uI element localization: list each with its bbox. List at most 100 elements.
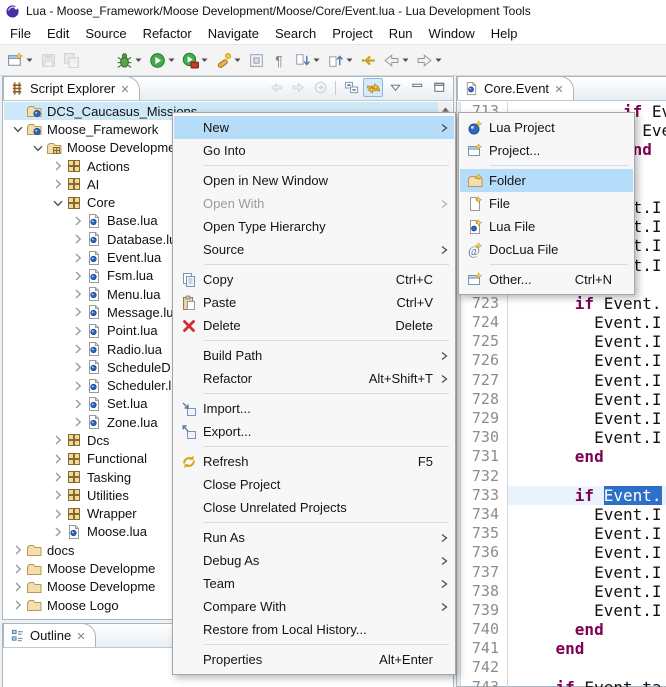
- close-icon[interactable]: [120, 84, 130, 94]
- torch-button[interactable]: [213, 48, 244, 72]
- menu-item-go-into[interactable]: Go Into: [174, 139, 454, 162]
- last-edit-button[interactable]: [358, 48, 379, 72]
- chevron-right-icon[interactable]: [70, 396, 86, 412]
- next-ann-button[interactable]: [292, 48, 323, 72]
- ext-tools-button[interactable]: [180, 48, 211, 72]
- link-editor-button[interactable]: [363, 78, 383, 97]
- save-all-button[interactable]: [61, 48, 82, 72]
- chevron-right-icon[interactable]: [70, 323, 86, 339]
- chevron-right-icon[interactable]: [50, 451, 66, 467]
- menu-item-team[interactable]: Team: [174, 572, 454, 595]
- chevron-right-icon[interactable]: [50, 469, 66, 485]
- menubar-source[interactable]: Source: [77, 24, 134, 43]
- code-line-742[interactable]: 742: [457, 658, 666, 677]
- submenu-item-doc-lua-file[interactable]: @DocLua File: [460, 238, 633, 261]
- close-icon[interactable]: [554, 84, 564, 94]
- code-line-737[interactable]: 737 Event.I: [457, 563, 666, 582]
- code-line-726[interactable]: 726 Event.I: [457, 351, 666, 370]
- menu-item-import[interactable]: Import...: [174, 397, 454, 420]
- menu-item-open-in-new-window[interactable]: Open in New Window: [174, 169, 454, 192]
- mark-occ-button[interactable]: [246, 48, 267, 72]
- chevron-down-icon[interactable]: [30, 140, 46, 156]
- menubar-refactor[interactable]: Refactor: [135, 24, 200, 43]
- menu-item-refresh[interactable]: RefreshF5: [174, 450, 454, 473]
- save-button[interactable]: [38, 48, 59, 72]
- chevron-right-icon[interactable]: [70, 341, 86, 357]
- code-line-734[interactable]: 734 Event.I: [457, 505, 666, 524]
- maximize-button[interactable]: [429, 78, 449, 97]
- chevron-right-icon[interactable]: [70, 250, 86, 266]
- chevron-right-icon[interactable]: [50, 158, 66, 174]
- menu-item-debug-as[interactable]: Debug As: [174, 549, 454, 572]
- view-menu-button[interactable]: [385, 78, 405, 97]
- code-line-730[interactable]: 730 Event.I: [457, 428, 666, 447]
- chevron-right-icon[interactable]: [70, 286, 86, 302]
- close-icon[interactable]: [76, 631, 86, 641]
- submenu-item-folder[interactable]: Folder: [460, 169, 633, 192]
- menu-item-properties[interactable]: PropertiesAlt+Enter: [174, 648, 454, 671]
- chevron-down-icon[interactable]: [10, 121, 26, 137]
- tab-core-event[interactable]: Core.Event: [457, 76, 574, 100]
- dropdown-caret-icon[interactable]: [345, 55, 354, 65]
- menubar-window[interactable]: Window: [421, 24, 483, 43]
- dropdown-caret-icon[interactable]: [167, 55, 176, 65]
- menu-item-close-project[interactable]: Close Project: [174, 473, 454, 496]
- menu-item-compare-with[interactable]: Compare With: [174, 595, 454, 618]
- menubar-edit[interactable]: Edit: [39, 24, 77, 43]
- dropdown-caret-icon[interactable]: [233, 55, 242, 65]
- dropdown-caret-icon[interactable]: [200, 55, 209, 65]
- fwd-button[interactable]: [414, 48, 445, 72]
- whitespace-button[interactable]: ¶: [269, 48, 290, 72]
- menubar-navigate[interactable]: Navigate: [200, 24, 267, 43]
- chevron-right-icon[interactable]: [10, 615, 26, 618]
- code-line-728[interactable]: 728 Event.I: [457, 390, 666, 409]
- chevron-right-icon[interactable]: [50, 176, 66, 192]
- go-into-button[interactable]: [310, 78, 330, 97]
- chevron-right-icon[interactable]: [70, 268, 86, 284]
- code-line-733[interactable]: 733 if Event.: [457, 486, 666, 505]
- back-button[interactable]: [381, 48, 412, 72]
- menu-item-run-as[interactable]: Run As: [174, 526, 454, 549]
- chevron-right-icon[interactable]: [10, 561, 26, 577]
- code-line-736[interactable]: 736 Event.I: [457, 543, 666, 562]
- menu-item-source[interactable]: Source: [174, 238, 454, 261]
- submenu-item-file[interactable]: File: [460, 192, 633, 215]
- menubar-search[interactable]: Search: [267, 24, 324, 43]
- code-line-725[interactable]: 725 Event.I: [457, 332, 666, 351]
- code-line-741[interactable]: 741 end: [457, 639, 666, 658]
- menu-item-export[interactable]: Export...: [174, 420, 454, 443]
- chevron-right-icon[interactable]: [50, 432, 66, 448]
- submenu-item-project[interactable]: Project...: [460, 139, 633, 162]
- menubar-project[interactable]: Project: [324, 24, 380, 43]
- code-line-735[interactable]: 735 Event.I: [457, 524, 666, 543]
- chevron-right-icon[interactable]: [10, 542, 26, 558]
- menu-item-open-type-hierarchy[interactable]: Open Type Hierarchy: [174, 215, 454, 238]
- tab-script-explorer[interactable]: Script Explorer: [3, 76, 140, 100]
- submenu-item-lua-project[interactable]: Lua Project: [460, 116, 633, 139]
- code-line-732[interactable]: 732: [457, 467, 666, 486]
- menu-item-new[interactable]: New: [174, 116, 454, 139]
- menubar-file[interactable]: File: [2, 24, 39, 43]
- code-line-727[interactable]: 727 Event.I: [457, 371, 666, 390]
- menubar-run[interactable]: Run: [381, 24, 421, 43]
- dropdown-caret-icon[interactable]: [434, 55, 443, 65]
- menu-item-restore-from-local-history[interactable]: Restore from Local History...: [174, 618, 454, 641]
- chevron-right-icon[interactable]: [70, 231, 86, 247]
- dropdown-caret-icon[interactable]: [25, 55, 34, 65]
- chevron-right-icon[interactable]: [70, 359, 86, 375]
- chevron-right-icon[interactable]: [70, 213, 86, 229]
- menu-item-delete[interactable]: DeleteDelete: [174, 314, 454, 337]
- code-line-740[interactable]: 740 end: [457, 620, 666, 639]
- chevron-right-icon[interactable]: [70, 378, 86, 394]
- menu-item-build-path[interactable]: Build Path: [174, 344, 454, 367]
- tab-outline[interactable]: Outline: [3, 623, 96, 647]
- prev-ann-button[interactable]: [325, 48, 356, 72]
- menubar-help[interactable]: Help: [483, 24, 526, 43]
- nav-back-button[interactable]: [266, 78, 286, 97]
- chevron-right-icon[interactable]: [50, 506, 66, 522]
- chevron-right-icon[interactable]: [50, 487, 66, 503]
- code-line-738[interactable]: 738 Event.I: [457, 582, 666, 601]
- code-line-724[interactable]: 724 Event.I: [457, 313, 666, 332]
- chevron-right-icon[interactable]: [50, 524, 66, 540]
- submenu-item-lua-file[interactable]: Lua File: [460, 215, 633, 238]
